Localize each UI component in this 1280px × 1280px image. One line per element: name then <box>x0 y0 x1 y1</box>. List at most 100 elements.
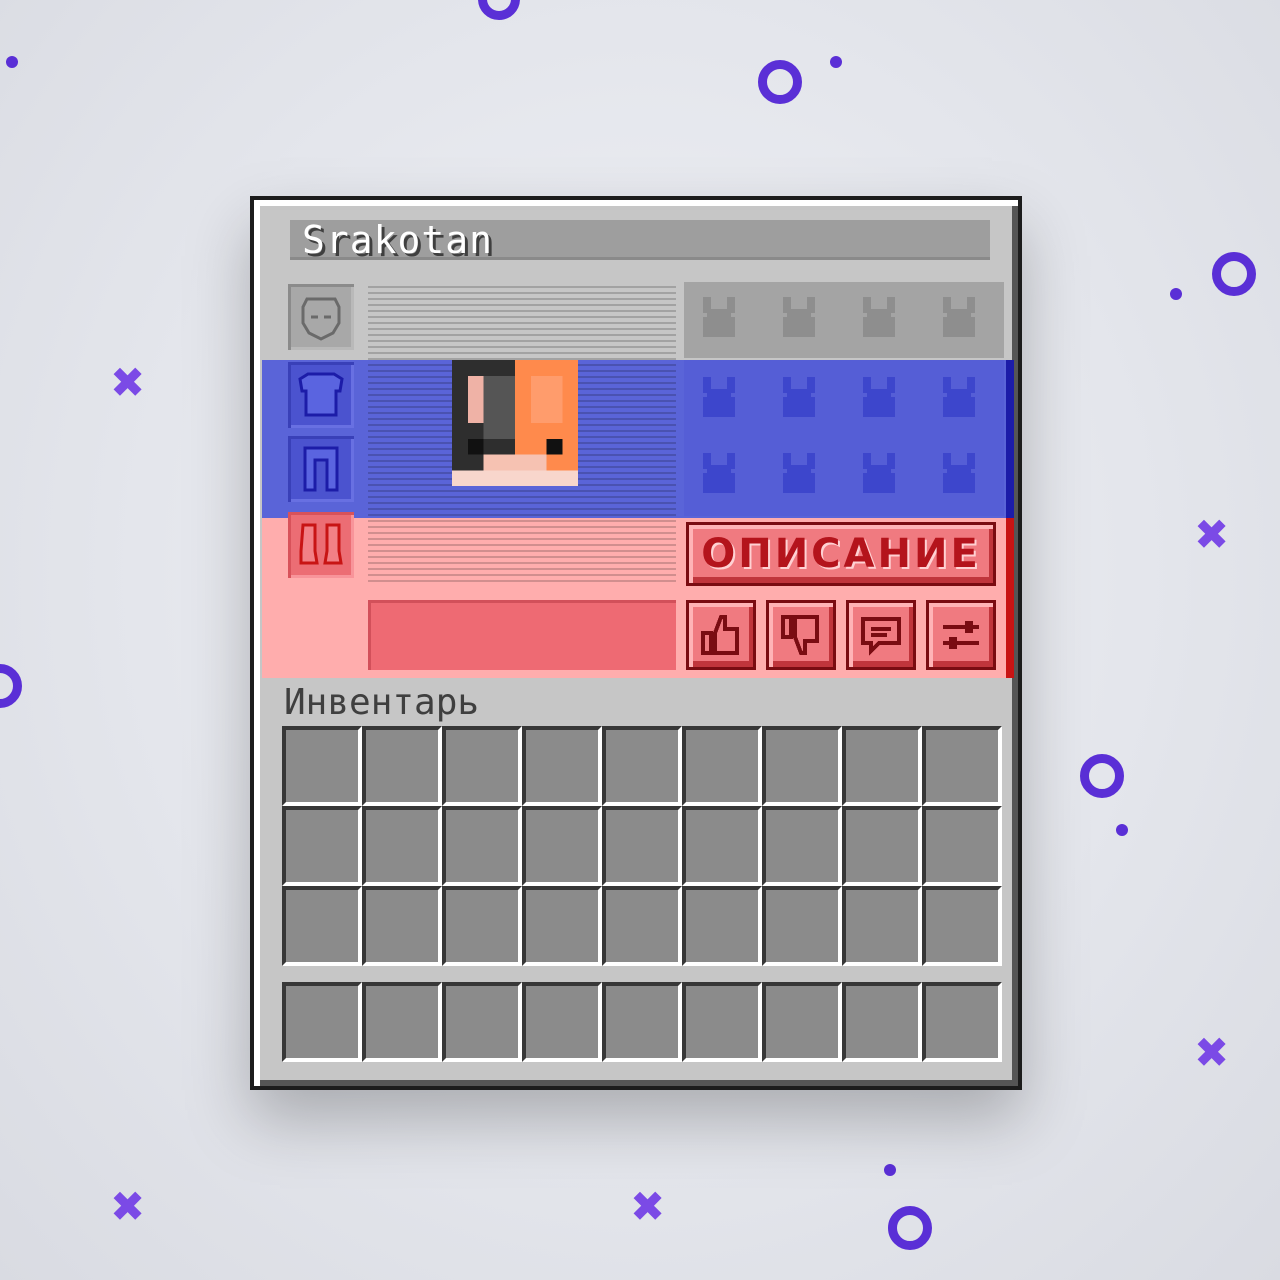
helmet-icon <box>301 297 341 341</box>
settings-button[interactable] <box>926 600 996 670</box>
inventory-slot[interactable] <box>602 886 682 966</box>
hotbar-slot[interactable] <box>442 982 522 1062</box>
cross-decoration: ✖ <box>1194 1028 1230 1077</box>
inventory-slot[interactable] <box>682 726 762 806</box>
inventory-slot[interactable] <box>602 806 682 886</box>
inventory-slot[interactable] <box>442 726 522 806</box>
boots-slot[interactable] <box>288 512 354 578</box>
chestplate-slot[interactable] <box>288 362 354 428</box>
rabbit-icon <box>783 297 815 337</box>
pet-slot[interactable] <box>844 284 914 354</box>
inventory-slot[interactable] <box>362 806 442 886</box>
inventory-slot[interactable] <box>762 726 842 806</box>
hotbar-slot[interactable] <box>282 982 362 1062</box>
ring-decoration <box>888 1206 932 1250</box>
ring-decoration <box>0 664 22 708</box>
chestplate-icon <box>298 372 344 417</box>
title-bar: Srakotan <box>290 220 990 260</box>
ring-decoration <box>1080 754 1124 798</box>
pet-slot[interactable] <box>684 284 754 354</box>
rabbit-icon <box>863 297 895 337</box>
boots-icon <box>299 523 343 565</box>
inventory-slot[interactable] <box>922 726 1002 806</box>
dot-decoration <box>1170 288 1182 300</box>
hotbar-slot[interactable] <box>762 982 842 1062</box>
chat-icon <box>861 617 901 656</box>
cross-decoration: ✖ <box>110 1182 146 1231</box>
dot-decoration <box>6 56 18 68</box>
hotbar-slot[interactable] <box>922 982 1002 1062</box>
inventory-slot[interactable] <box>842 886 922 966</box>
hotbar-slot[interactable] <box>522 982 602 1062</box>
inventory-grid <box>282 726 1002 966</box>
hotbar-slot[interactable] <box>682 982 762 1062</box>
inventory-slot[interactable] <box>522 886 602 966</box>
inventory-slot[interactable] <box>762 886 842 966</box>
inventory-slot[interactable] <box>922 806 1002 886</box>
cross-decoration: ✖ <box>630 1182 666 1231</box>
status-panel <box>368 600 676 670</box>
pet-slot[interactable] <box>924 440 994 510</box>
rabbit-icon <box>783 453 815 493</box>
rabbit-icon <box>863 377 895 417</box>
inventory-slot[interactable] <box>522 726 602 806</box>
player-preview <box>368 282 676 582</box>
inventory-slot[interactable] <box>522 806 602 886</box>
rabbit-icon <box>783 377 815 417</box>
inventory-slot[interactable] <box>762 806 842 886</box>
comment-button[interactable] <box>846 600 916 670</box>
rabbit-icon <box>703 297 735 337</box>
pet-slot[interactable] <box>764 284 834 354</box>
leggings-icon <box>303 446 339 492</box>
cross-decoration: ✖ <box>1194 510 1230 559</box>
pet-slot[interactable] <box>844 440 914 510</box>
player-skin-head <box>452 360 578 486</box>
helmet-slot[interactable] <box>288 284 354 350</box>
inventory-slot[interactable] <box>682 806 762 886</box>
hotbar-slot[interactable] <box>602 982 682 1062</box>
inventory-slot[interactable] <box>282 806 362 886</box>
pet-slot[interactable] <box>764 440 834 510</box>
dot-decoration <box>884 1164 896 1176</box>
pet-slot[interactable] <box>764 364 834 434</box>
inventory-slot[interactable] <box>922 886 1002 966</box>
inventory-slot[interactable] <box>362 726 442 806</box>
sliders-icon <box>943 621 979 649</box>
player-name: Srakotan <box>302 218 494 262</box>
profile-window: Srakotan ОПИСАНИЕ Инвентарь <box>250 196 1022 1090</box>
rabbit-icon <box>703 453 735 493</box>
dot-decoration <box>1116 824 1128 836</box>
leggings-slot[interactable] <box>288 436 354 502</box>
inventory-slot[interactable] <box>282 726 362 806</box>
inventory-slot[interactable] <box>682 886 762 966</box>
description-button[interactable]: ОПИСАНИЕ <box>686 522 996 586</box>
rabbit-icon <box>943 297 975 337</box>
inventory-slot[interactable] <box>442 806 522 886</box>
rabbit-icon <box>943 377 975 417</box>
inventory-slot[interactable] <box>602 726 682 806</box>
inventory-slot[interactable] <box>362 886 442 966</box>
inventory-slot[interactable] <box>842 806 922 886</box>
hotbar-grid <box>282 982 1002 1062</box>
like-button[interactable] <box>686 600 756 670</box>
inventory-slot[interactable] <box>282 886 362 966</box>
ring-decoration <box>478 0 520 20</box>
hotbar-slot[interactable] <box>362 982 442 1062</box>
pet-slot[interactable] <box>924 364 994 434</box>
inventory-slot[interactable] <box>442 886 522 966</box>
inventory-label: Инвентарь <box>284 682 480 723</box>
inventory-slot[interactable] <box>842 726 922 806</box>
dislike-button[interactable] <box>766 600 836 670</box>
pet-slot[interactable] <box>684 440 754 510</box>
pet-slot[interactable] <box>684 364 754 434</box>
ring-decoration <box>1212 252 1256 296</box>
rabbit-icon <box>863 453 895 493</box>
pet-slot[interactable] <box>924 284 994 354</box>
rabbit-icon <box>703 377 735 417</box>
rabbit-icon <box>943 453 975 493</box>
thumbs-down-icon <box>781 615 819 655</box>
cross-decoration: ✖ <box>110 358 146 407</box>
thumbs-up-icon <box>701 615 739 655</box>
pet-slot[interactable] <box>844 364 914 434</box>
hotbar-slot[interactable] <box>842 982 922 1062</box>
